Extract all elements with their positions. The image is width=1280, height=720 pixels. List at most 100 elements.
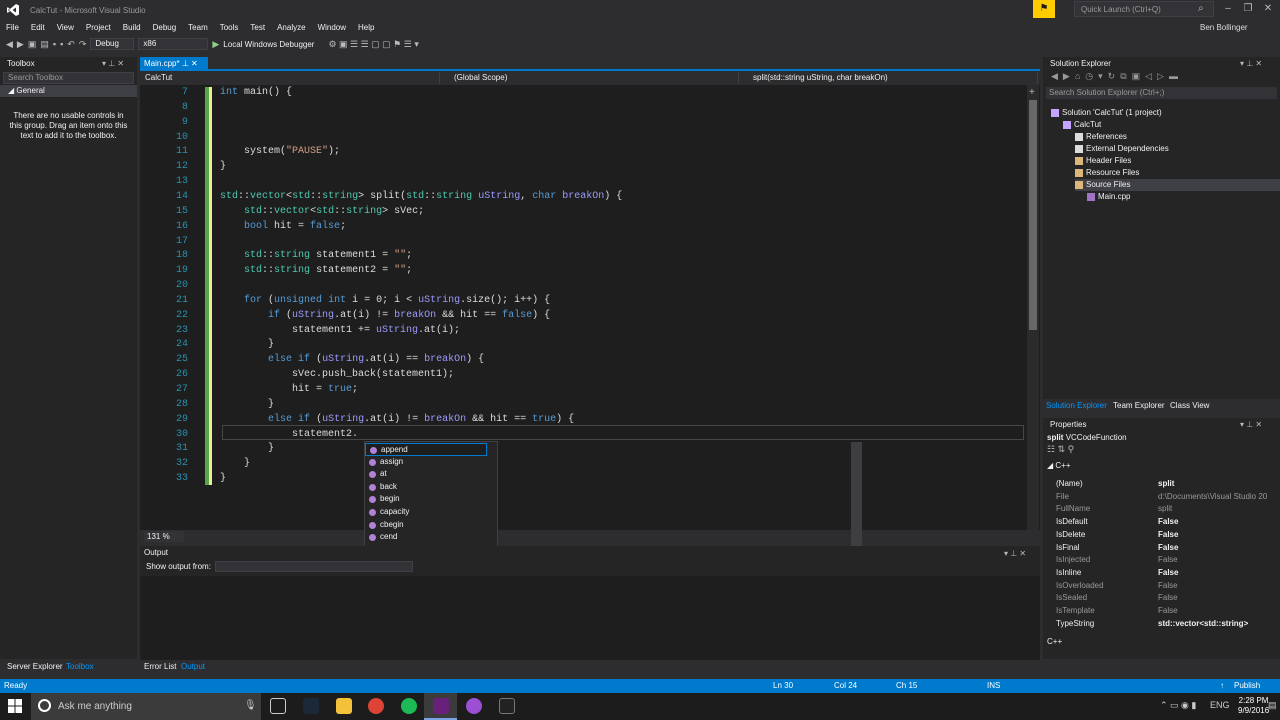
properties-toolbar[interactable]: ☷ ⇅ ⚲ — [1043, 444, 1280, 460]
solution-explorer-search-input[interactable]: Search Solution Explorer (Ctrl+;) — [1046, 87, 1277, 99]
steam-app-icon[interactable] — [303, 698, 319, 714]
panel-pin-icon[interactable]: ▾ ⊥ ✕ — [102, 59, 124, 68]
code-line[interactable]: int main() { — [220, 85, 292, 100]
chrome-app-icon[interactable] — [368, 698, 384, 714]
intellisense-item[interactable]: begin — [365, 493, 487, 506]
property-row[interactable]: IsFinal False — [1056, 542, 1278, 555]
code-line[interactable]: std::string statement2 = ""; — [220, 263, 412, 278]
intellisense-item[interactable]: cend — [365, 531, 487, 544]
tab-team-explorer[interactable]: Team Explorer — [1113, 401, 1165, 410]
solution-tree-item[interactable]: Source Files — [1075, 179, 1280, 191]
property-row[interactable]: FullName split — [1056, 503, 1278, 516]
menu-team[interactable]: Team — [182, 20, 214, 36]
zoom-level-select[interactable]: 131 % — [144, 531, 184, 542]
property-row[interactable]: File d:\Documents\Visual Studio 20 — [1056, 491, 1278, 504]
code-line[interactable]: else if (uString.at(i) != breakOn && hit… — [220, 412, 574, 427]
properties-category[interactable]: ◢ C++ — [1043, 460, 1280, 472]
new-project-icon[interactable]: ▣ — [28, 39, 37, 50]
system-tray-icons[interactable]: ⌃ ▭ ◉ ▮ — [1160, 700, 1196, 711]
property-row[interactable]: IsDefault False — [1056, 516, 1278, 529]
code-line[interactable]: hit = true; — [220, 382, 358, 397]
back-icon[interactable]: ◀ — [6, 39, 13, 50]
property-value[interactable]: False — [1158, 516, 1276, 529]
property-value[interactable]: split — [1158, 503, 1276, 516]
project-nav-select[interactable]: CalcTut — [140, 72, 440, 84]
property-value[interactable]: False — [1158, 554, 1276, 567]
property-value[interactable]: False — [1158, 529, 1276, 542]
visual-studio-app-icon[interactable] — [433, 698, 449, 714]
property-row[interactable]: IsInline False — [1056, 567, 1278, 580]
tab-solution-explorer[interactable]: Solution Explorer — [1046, 401, 1107, 410]
intellisense-item[interactable]: assign — [365, 456, 487, 469]
clock[interactable]: 2:28 PM 9/9/2016 — [1238, 696, 1269, 716]
tab-toolbox[interactable]: Toolbox — [63, 661, 97, 673]
output-source-select[interactable] — [214, 561, 413, 573]
save-all-icon[interactable]: ▪ — [60, 39, 63, 49]
open-icon[interactable]: ▤ — [40, 39, 49, 50]
solution-tree-item[interactable]: Solution 'CalcTut' (1 project) — [1051, 107, 1162, 119]
file-explorer-icon[interactable] — [336, 698, 352, 714]
properties-object-select[interactable]: split VCCodeFunction — [1043, 432, 1280, 444]
configuration-select[interactable]: Debug — [90, 38, 135, 50]
tab-server-explorer[interactable]: Server Explorer — [4, 661, 66, 673]
input-language[interactable]: ENG — [1210, 700, 1230, 710]
tab-close-icon[interactable]: ⊥ ✕ — [182, 59, 198, 68]
code-line[interactable]: std::string statement1 = ""; — [220, 248, 412, 263]
toolbar-options-icon[interactable]: ⚙ ▣ ☰ ☰ ▢ ▢ ⚑ ☰ ▾ — [328, 39, 418, 50]
redo-icon[interactable]: ↷ — [79, 39, 87, 50]
property-value[interactable]: False — [1158, 592, 1276, 605]
solution-tree-item[interactable]: External Dependencies — [1075, 143, 1169, 155]
menu-project[interactable]: Project — [80, 20, 117, 36]
property-row[interactable]: IsTemplate False — [1056, 605, 1278, 618]
property-row[interactable]: IsSealed False — [1056, 592, 1278, 605]
menu-window[interactable]: Window — [312, 20, 352, 36]
solution-tree-item[interactable]: CalcTut — [1063, 119, 1101, 131]
tab-class-view[interactable]: Class View — [1170, 401, 1209, 410]
split-editor-icon[interactable]: + — [1029, 87, 1035, 98]
tab-output[interactable]: Output — [178, 661, 208, 673]
member-nav-select[interactable]: split(std::string uString, char breakOn) — [748, 72, 1038, 84]
feedback-flag-icon[interactable]: ⚑ — [1033, 0, 1055, 18]
terminal-app-icon[interactable] — [499, 698, 515, 714]
publish-icon[interactable]: ↑ — [1220, 679, 1224, 693]
solution-tree-item[interactable]: Main.cpp — [1087, 191, 1130, 203]
microphone-icon[interactable]: 🎙 — [244, 700, 257, 711]
cortana-search-box[interactable]: Ask me anything — [31, 693, 261, 720]
menu-debug[interactable]: Debug — [147, 20, 183, 36]
code-line[interactable]: sVec.push_back(statement1); — [220, 367, 454, 382]
code-line[interactable]: if (uString.at(i) != breakOn && hit == f… — [220, 308, 550, 323]
publish-button[interactable]: Publish — [1234, 679, 1260, 693]
intellisense-scrollbar[interactable] — [851, 442, 862, 555]
code-line[interactable]: } — [220, 397, 274, 412]
property-row[interactable]: (Name) split — [1056, 478, 1278, 491]
property-value[interactable]: split — [1158, 478, 1276, 491]
maximize-button[interactable]: ❐ — [1238, 2, 1258, 16]
code-line[interactable]: } — [220, 456, 250, 471]
play-icon[interactable]: ▶ — [212, 39, 219, 50]
code-line[interactable]: system("PAUSE"); — [220, 144, 340, 159]
intellisense-item[interactable]: cbegin — [365, 519, 487, 532]
menu-build[interactable]: Build — [117, 20, 147, 36]
property-value[interactable]: d:\Documents\Visual Studio 20 — [1158, 491, 1276, 504]
platform-select[interactable]: x86 — [138, 38, 209, 50]
minimize-button[interactable]: – — [1218, 2, 1238, 16]
output-text-area[interactable] — [140, 576, 1040, 660]
code-area[interactable]: int main() { system("PAUSE");} std::vecto… — [220, 85, 1025, 530]
property-row[interactable]: IsOverloaded False — [1056, 580, 1278, 593]
menu-help[interactable]: Help — [352, 20, 380, 36]
code-line[interactable]: else if (uString.at(i) == breakOn) { — [220, 352, 484, 367]
toolbox-search-input[interactable]: Search Toolbox — [3, 72, 134, 84]
windows-start-icon[interactable] — [8, 699, 22, 713]
undo-icon[interactable]: ↶ — [67, 39, 75, 50]
scope-nav-select[interactable]: (Global Scope) — [449, 72, 739, 84]
code-line[interactable]: } — [220, 337, 274, 352]
spotify-app-icon[interactable] — [401, 698, 417, 714]
action-center-icon[interactable]: ▤ — [1268, 700, 1277, 711]
solution-tree-item[interactable]: Resource Files — [1075, 167, 1139, 179]
code-line[interactable]: statement1 += uString.at(i); — [220, 323, 460, 338]
code-line[interactable]: for (unsigned int i = 0; i < uString.siz… — [220, 293, 550, 308]
intellisense-item[interactable]: append — [365, 443, 487, 456]
tab-main-cpp[interactable]: Main.cpp* ⊥ ✕ — [140, 57, 208, 70]
solution-tree-item[interactable]: References — [1075, 131, 1127, 143]
close-button[interactable]: ✕ — [1258, 2, 1278, 16]
